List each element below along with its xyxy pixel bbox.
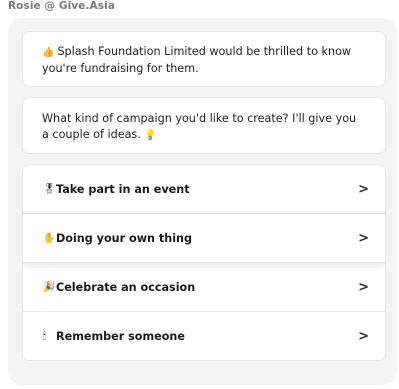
message-bubble: What kind of campaign you'd like to crea…: [22, 97, 386, 154]
sender-label: Rosie @ Give.Asia: [8, 0, 116, 12]
chevron-right-icon: >: [358, 230, 369, 246]
option-label: Doing your own thing: [56, 231, 193, 245]
chevron-right-icon: >: [358, 329, 369, 344]
raised-hand-icon: ✋: [43, 232, 56, 244]
party-popper-icon: 🎉: [43, 281, 56, 293]
chevron-right-icon: >: [358, 279, 369, 295]
option-label: Remember someone: [56, 330, 185, 343]
message-text: Splash Foundation Limited would be thril…: [42, 45, 352, 75]
option-celebrate-an-occasion[interactable]: 🎉 Celebrate an occasion >: [23, 263, 385, 312]
thumbs-up-icon: 👍: [42, 47, 55, 58]
option-take-part-in-event[interactable]: 🎖 Take part in an event >: [23, 165, 385, 214]
message-text: What kind of campaign you'd like to crea…: [42, 112, 357, 141]
option-doing-your-own-thing[interactable]: ✋ Doing your own thing >: [23, 214, 385, 263]
candle-icon: 🕯: [43, 331, 46, 342]
chevron-right-icon: >: [358, 181, 369, 197]
option-label: Celebrate an occasion: [56, 280, 196, 294]
medal-icon: 🎖: [43, 183, 56, 195]
campaign-options-list: 🎖 Take part in an event > ✋ Doing your o…: [22, 164, 386, 361]
message-bubble: 👍 Splash Foundation Limited would be thri…: [22, 31, 386, 87]
option-remember-someone[interactable]: 🕯 Remember someone >: [23, 312, 385, 360]
lightbulb-icon: 💡: [144, 130, 157, 141]
option-label: Take part in an event: [56, 182, 190, 196]
